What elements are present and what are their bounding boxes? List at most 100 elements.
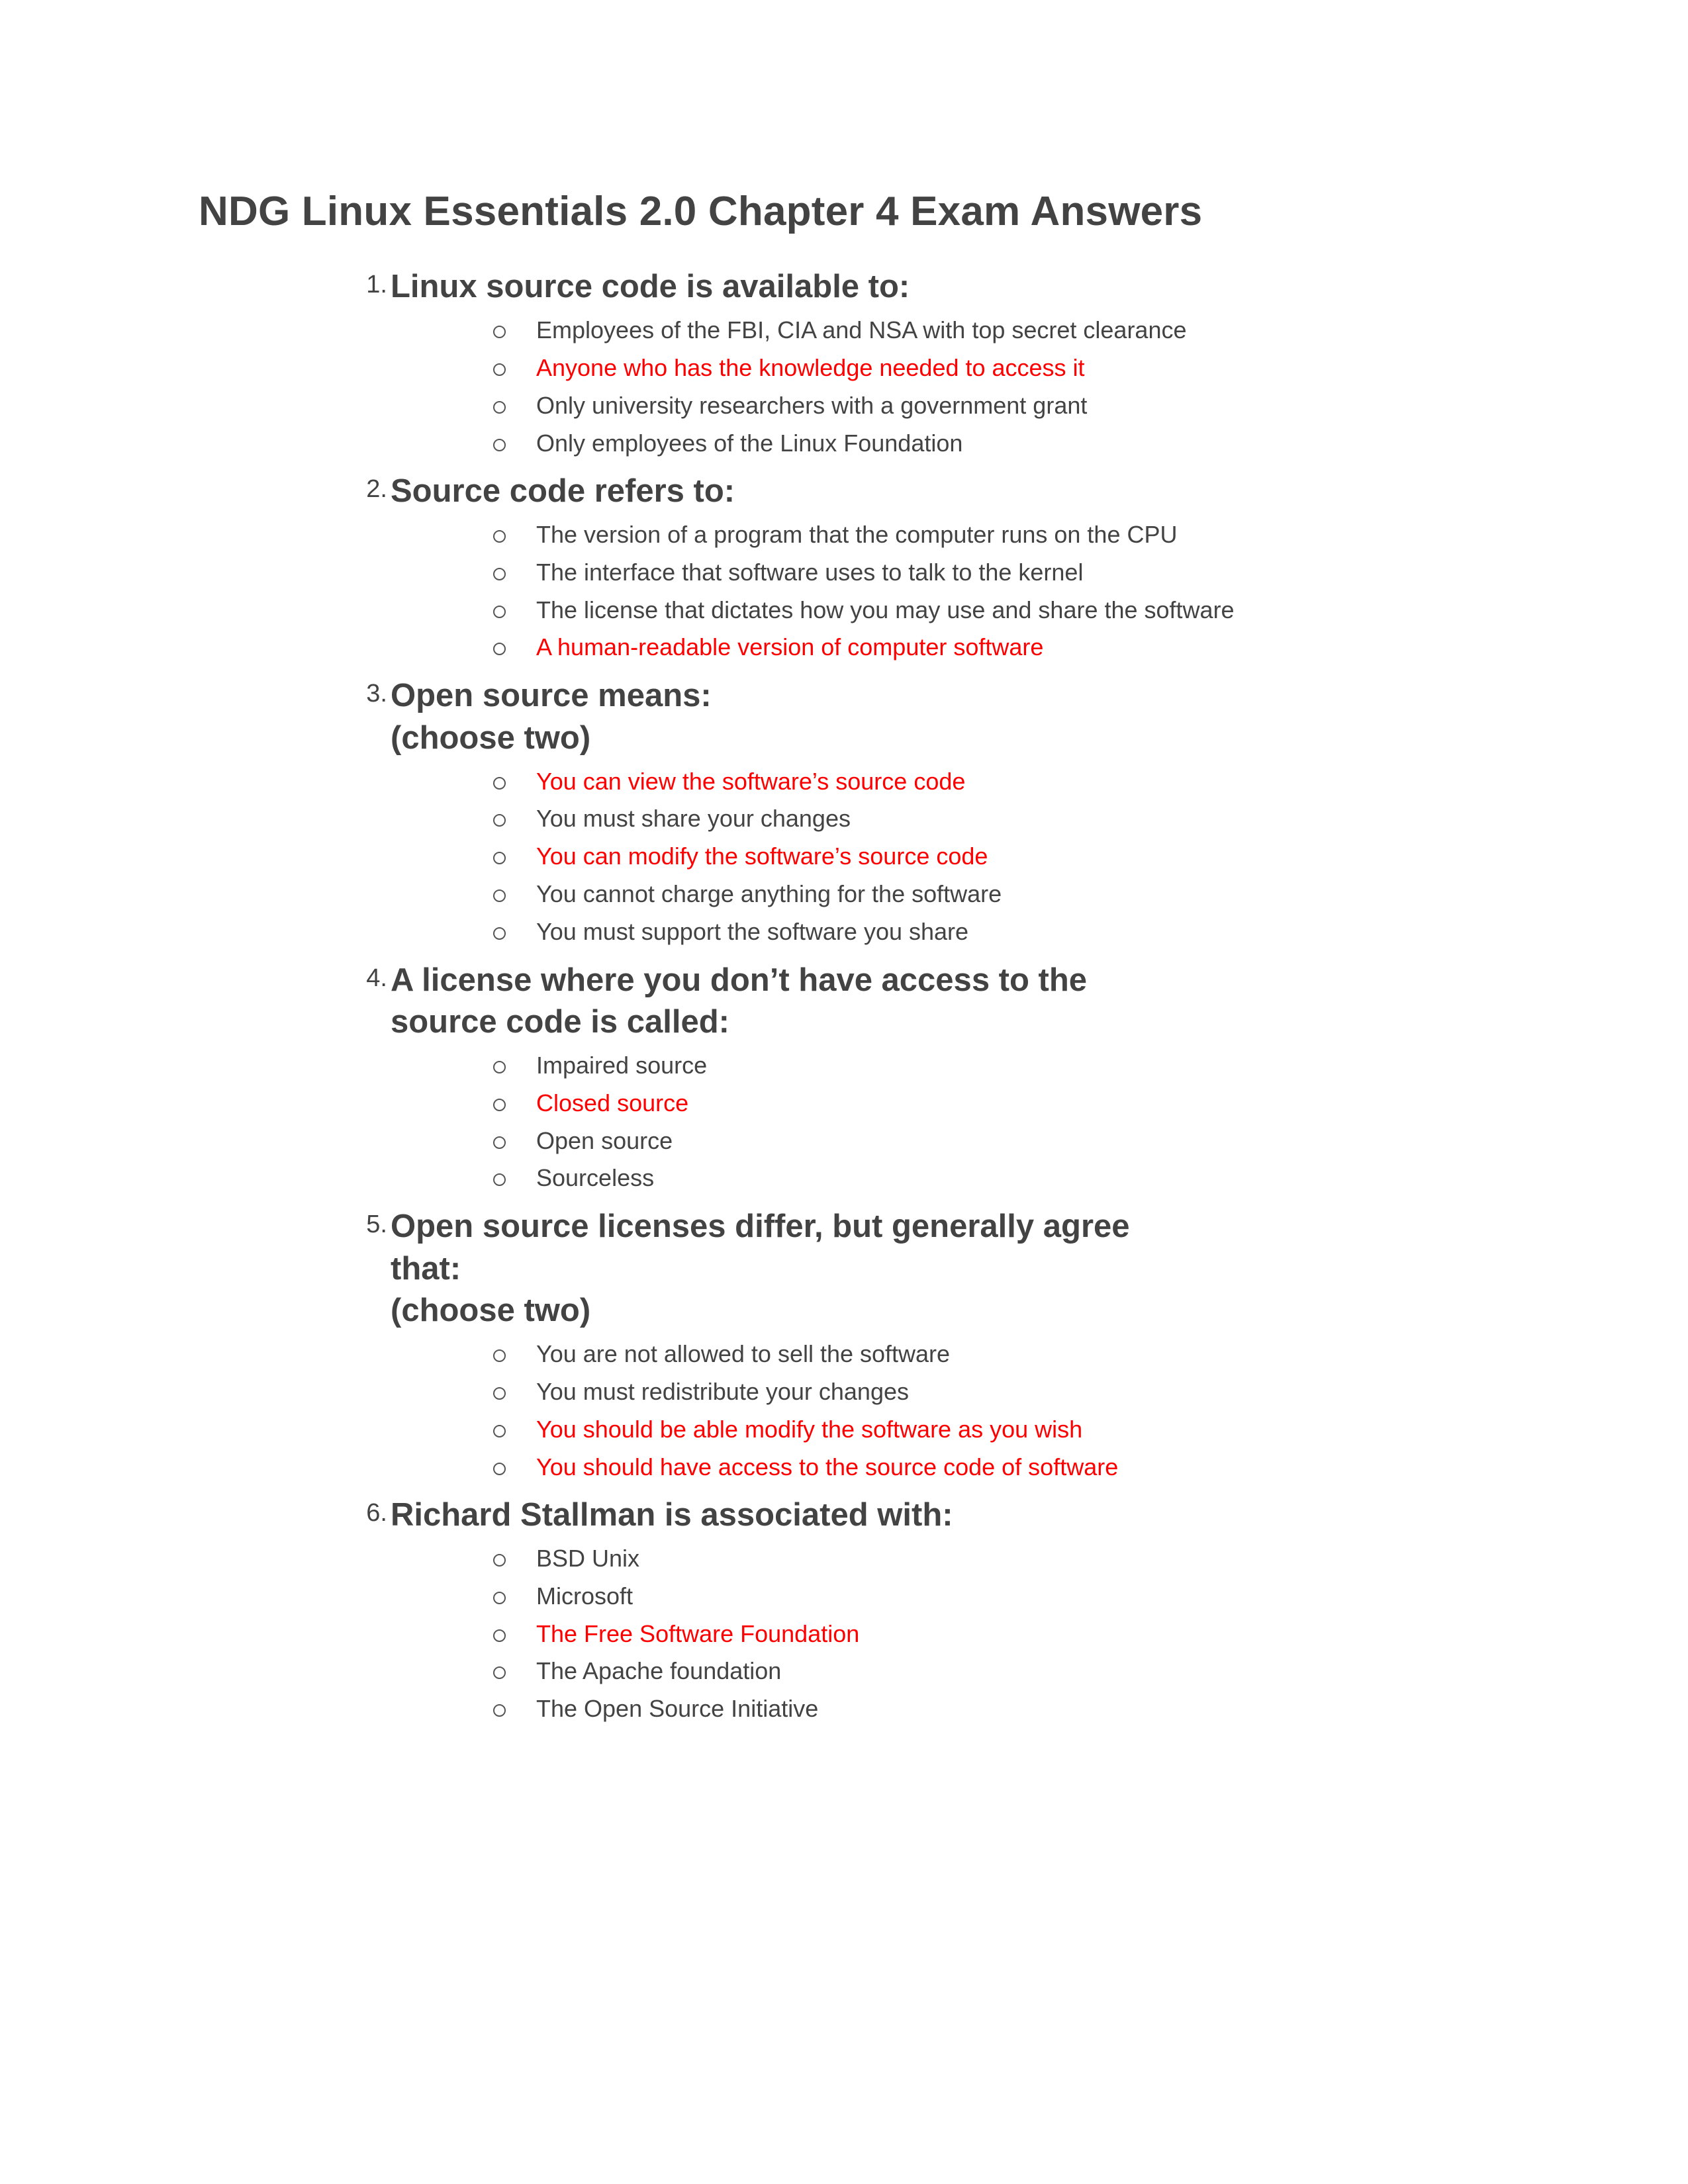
question-number: 1. — [366, 271, 387, 299]
answer-option-label: You must redistribute your changes — [536, 1377, 909, 1405]
circle-bullet-icon — [493, 1629, 506, 1642]
answer-option-correct[interactable]: Anyone who has the knowledge needed to a… — [391, 353, 1489, 384]
answer-option[interactable]: BSD Unix — [391, 1543, 1489, 1574]
question-text-line: Open source licenses differ, but general… — [391, 1208, 1130, 1245]
circle-bullet-icon — [493, 567, 506, 580]
question-number: 6. — [366, 1499, 387, 1527]
question-number: 5. — [366, 1210, 387, 1239]
answer-option-label: The license that dictates how you may us… — [536, 596, 1235, 623]
answer-option[interactable]: You are not allowed to sell the software — [391, 1339, 1489, 1370]
answer-option-label: Sourceless — [536, 1164, 655, 1192]
answer-option[interactable]: The interface that software uses to talk… — [391, 557, 1489, 588]
question-text-line: Source code refers to: — [391, 473, 735, 510]
circle-bullet-icon — [493, 927, 506, 940]
circle-bullet-icon — [493, 1424, 506, 1437]
answer-option-label: You must share your changes — [536, 805, 851, 833]
answer-option-correct[interactable]: Closed source — [391, 1088, 1489, 1119]
question-item: 4. A license where you don’t have access … — [199, 960, 1489, 1195]
answer-option-correct[interactable]: A human-readable version of computer sof… — [391, 632, 1489, 663]
page-title: NDG Linux Essentials 2.0 Chapter 4 Exam … — [199, 189, 1203, 234]
circle-bullet-icon — [493, 530, 506, 543]
answer-option[interactable]: Only employees of the Linux Foundation — [391, 428, 1489, 459]
circle-bullet-icon — [493, 1554, 506, 1567]
question-text-line: source code is called: — [391, 1004, 729, 1040]
question-text-line: Richard Stallman is associated with: — [391, 1497, 953, 1533]
answer-option-list: Employees of the FBI, CIA and NSA with t… — [391, 315, 1489, 459]
circle-bullet-icon — [493, 363, 506, 376]
answer-option-correct[interactable]: You can view the software’s source code — [391, 766, 1489, 797]
circle-bullet-icon — [493, 1462, 506, 1475]
answer-option-label: The version of a program that the comput… — [536, 521, 1178, 548]
answer-option-correct[interactable]: You can modify the software’s source cod… — [391, 841, 1489, 872]
circle-bullet-icon — [493, 326, 506, 339]
answer-option[interactable]: You must redistribute your changes — [391, 1377, 1489, 1408]
question-text: Open source means: (choose two) — [391, 675, 1370, 759]
question-number: 2. — [366, 475, 387, 504]
question-item: 6. Richard Stallman is associated with: BS… — [199, 1494, 1489, 1725]
answer-option-list: BSD Unix Microsoft The Free Software Found… — [391, 1543, 1489, 1725]
answer-option-correct[interactable]: The Free Software Foundation — [391, 1619, 1489, 1650]
answer-option-list: You are not allowed to sell the software… — [391, 1339, 1489, 1482]
question-text: Linux source code is available to: — [391, 266, 1370, 308]
answer-option-correct[interactable]: You should have access to the source cod… — [391, 1452, 1489, 1483]
question-item: 5. Open source licenses differ, but gener… — [199, 1206, 1489, 1482]
question-item: 1. Linux source code is available to: Empl… — [199, 266, 1489, 459]
answer-option-label: The Free Software Foundation — [536, 1619, 860, 1647]
answer-option-label: Only employees of the Linux Foundation — [536, 429, 963, 457]
answer-option-label: A human-readable version of computer sof… — [536, 633, 1044, 661]
answer-option-label: You are not allowed to sell the software — [536, 1340, 951, 1368]
circle-bullet-icon — [493, 1098, 506, 1111]
answer-option-label: Employees of the FBI, CIA and NSA with t… — [536, 316, 1187, 344]
circle-bullet-icon — [493, 1704, 506, 1717]
question-text: Richard Stallman is associated with: — [391, 1494, 1370, 1537]
answer-option[interactable]: You cannot charge anything for the softw… — [391, 879, 1489, 910]
answer-option[interactable]: Microsoft — [391, 1581, 1489, 1612]
answer-option[interactable]: The Apache foundation — [391, 1656, 1489, 1687]
circle-bullet-icon — [493, 1173, 506, 1187]
answer-option[interactable]: Sourceless — [391, 1163, 1489, 1194]
circle-bullet-icon — [493, 1591, 506, 1604]
answer-option-label: Microsoft — [536, 1582, 633, 1610]
answer-option-list: The version of a program that the comput… — [391, 520, 1489, 663]
answer-option-label: Closed source — [536, 1089, 689, 1116]
answer-option[interactable]: The license that dictates how you may us… — [391, 595, 1489, 626]
answer-option[interactable]: Only university researchers with a gover… — [391, 390, 1489, 422]
document-page: NDG Linux Essentials 2.0 Chapter 4 Exam … — [0, 0, 1688, 2184]
circle-bullet-icon — [493, 852, 506, 865]
circle-bullet-icon — [493, 1349, 506, 1363]
circle-bullet-icon — [493, 814, 506, 827]
circle-bullet-icon — [493, 1060, 506, 1073]
answer-option[interactable]: You must support the software you share — [391, 917, 1489, 948]
answer-option[interactable]: Open source — [391, 1126, 1489, 1157]
question-text-line: Linux source code is available to: — [391, 269, 910, 305]
answer-option[interactable]: The version of a program that the comput… — [391, 520, 1489, 551]
question-item: 2. Source code refers to: The version of a… — [199, 471, 1489, 663]
answer-option-label: Only university researchers with a gover… — [536, 391, 1088, 419]
answer-option-list: You can view the software’s source code Y… — [391, 766, 1489, 948]
circle-bullet-icon — [493, 889, 506, 902]
circle-bullet-icon — [493, 1666, 506, 1680]
answer-option-label: You must support the software you share — [536, 917, 969, 945]
circle-bullet-icon — [493, 1387, 506, 1400]
answer-option-label: Anyone who has the knowledge needed to a… — [536, 353, 1085, 381]
question-item: 3. Open source means: (choose two) You can … — [199, 675, 1489, 947]
circle-bullet-icon — [493, 400, 506, 414]
answer-option-label: Open source — [536, 1126, 673, 1154]
circle-bullet-icon — [493, 605, 506, 618]
question-text-line: A license where you don’t have access to… — [391, 962, 1088, 998]
answer-option[interactable]: You must share your changes — [391, 803, 1489, 835]
answer-option-label: You can modify the software’s source cod… — [536, 842, 988, 870]
question-text-line: that: — [391, 1250, 461, 1287]
answer-option[interactable]: The Open Source Initiative — [391, 1694, 1489, 1725]
question-text: A license where you don’t have access to… — [391, 960, 1370, 1044]
question-text-line: (choose two) — [391, 1293, 591, 1329]
question-number: 3. — [366, 680, 387, 708]
answer-option-label: The Open Source Initiative — [536, 1695, 819, 1723]
question-text: Source code refers to: — [391, 471, 1370, 513]
question-text-line: Open source means: — [391, 678, 712, 714]
circle-bullet-icon — [493, 776, 506, 790]
answer-option[interactable]: Impaired source — [391, 1050, 1489, 1081]
answer-option[interactable]: Employees of the FBI, CIA and NSA with t… — [391, 315, 1489, 346]
question-text: Open source licenses differ, but general… — [391, 1206, 1370, 1332]
answer-option-correct[interactable]: You should be able modify the software a… — [391, 1414, 1489, 1445]
